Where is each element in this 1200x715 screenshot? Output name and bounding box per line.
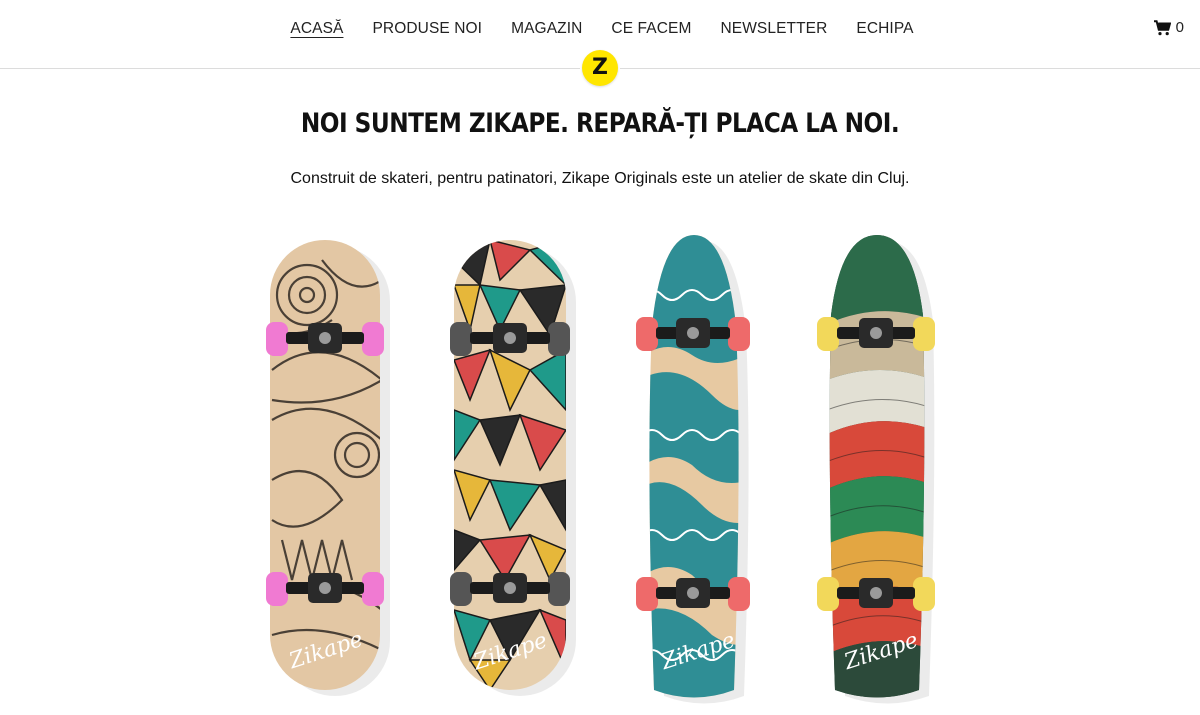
page-subtitle: Construit de skateri, pentru patinatori,… — [290, 170, 910, 187]
nav-item-ce-facem[interactable]: CE FACEM — [611, 20, 691, 38]
skateboard-gallery: Zikape Zikape Zikape Zikape — [0, 225, 1200, 715]
page-title: NOI SUNTEM ZIKAPE. REPARĂ-ȚI PLACA LA NO… — [300, 108, 900, 139]
nav-item-acasa[interactable]: ACASĂ — [290, 20, 343, 38]
cart-button[interactable]: 0 — [1153, 19, 1184, 36]
skateboard-waves[interactable]: Zikape — [632, 235, 762, 704]
nav-item-newsletter[interactable]: NEWSLETTER — [720, 20, 827, 38]
skateboard-rainbow-waves[interactable]: Zikape — [815, 235, 945, 704]
cart-icon — [1153, 19, 1171, 35]
skateboard-doodle-image: Zikape — [266, 240, 390, 696]
logo-circle: Z — [582, 50, 618, 86]
cart-count: 0 — [1175, 19, 1184, 36]
nav-item-magazin[interactable]: MAGAZIN — [511, 20, 582, 38]
brand-logo[interactable]: Z — [580, 48, 620, 88]
skateboard-rainbow-waves-image: Zikape — [817, 235, 935, 704]
skateboard-triangles[interactable]: Zikape — [450, 240, 580, 700]
skateboard-waves-image: Zikape — [636, 235, 750, 704]
skateboard-doodle[interactable]: Zikape — [262, 240, 392, 700]
nav-item-echipa[interactable]: ECHIPA — [856, 20, 913, 38]
logo-letter: Z — [592, 54, 608, 80]
nav-item-produse-noi[interactable]: PRODUSE NOI — [372, 20, 482, 38]
skateboard-triangles-image: Zikape — [450, 240, 576, 696]
